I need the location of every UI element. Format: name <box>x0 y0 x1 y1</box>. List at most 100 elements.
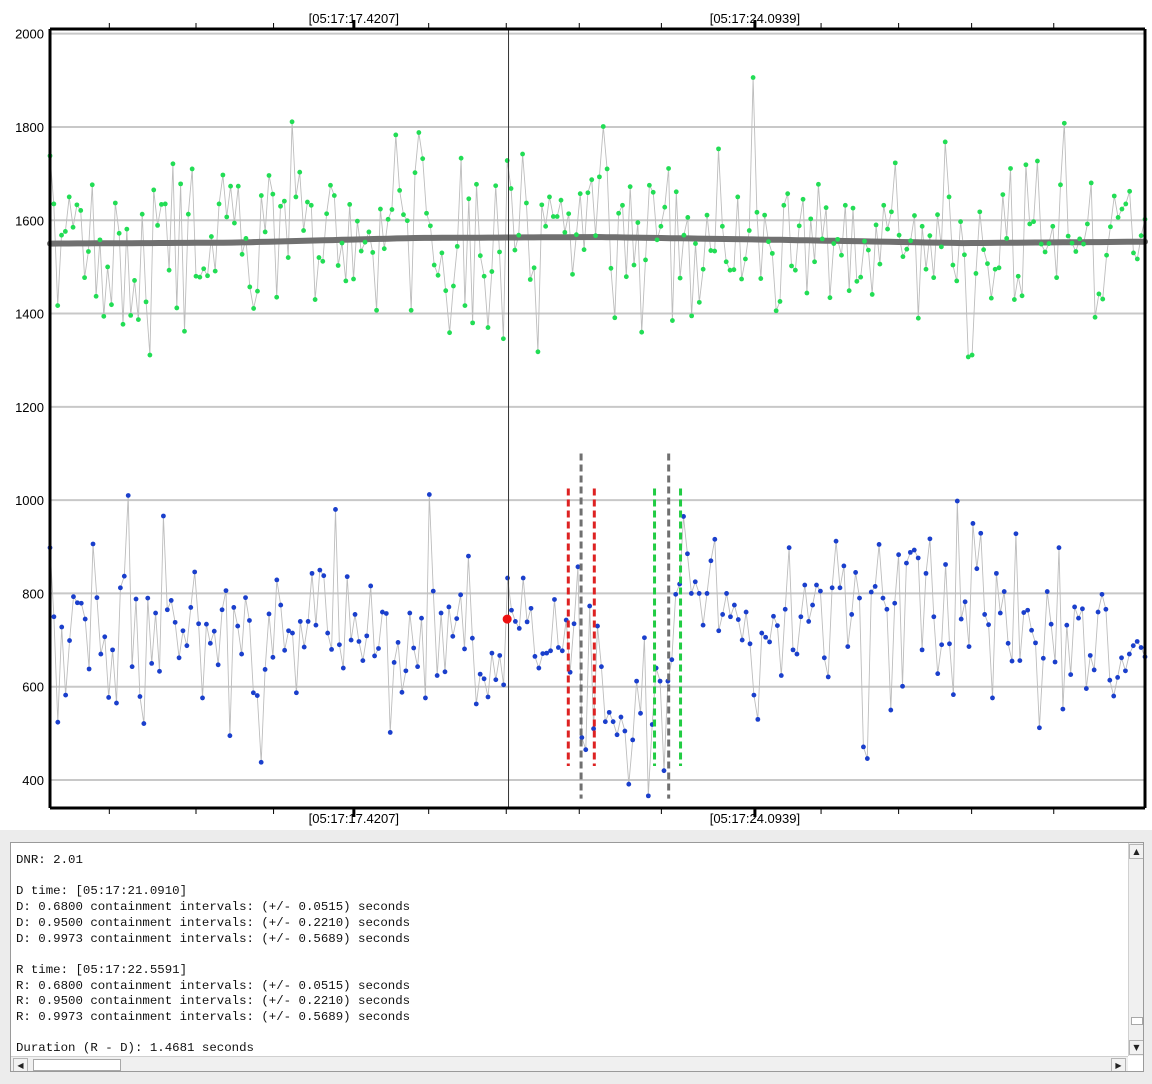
lower-series-point <box>876 542 882 547</box>
upper-series-point <box>224 214 230 220</box>
upper-series-point <box>927 233 933 239</box>
upper-series-point <box>397 187 403 193</box>
upper-series-point <box>612 315 618 321</box>
scroll-right-icon[interactable]: ▶ <box>1111 1058 1126 1071</box>
lower-series-point <box>86 666 92 672</box>
lower-series-point <box>810 602 815 608</box>
upper-series-point <box>827 295 833 301</box>
upper-series-point <box>404 218 410 224</box>
lower-series-point <box>704 591 710 596</box>
upper-series-point <box>82 275 87 281</box>
lower-series-point <box>958 616 964 622</box>
lower-series-point <box>532 653 538 659</box>
upper-series-point <box>1073 249 1079 254</box>
upper-series-point <box>689 313 695 319</box>
scroll-down-icon[interactable]: ▼ <box>1129 1040 1143 1055</box>
upper-series-point <box>305 199 310 205</box>
upper-series-point <box>301 228 306 233</box>
lower-series-point <box>270 654 276 660</box>
top-time-label: [05:17:17.4207] <box>309 11 399 26</box>
lower-series-point <box>790 647 796 653</box>
lower-series-point <box>599 664 604 670</box>
upper-series-point <box>262 229 268 235</box>
lower-series-point <box>340 665 346 671</box>
upper-series-point <box>189 166 195 172</box>
upper-series-point <box>1069 240 1075 246</box>
lower-series-point <box>110 647 115 653</box>
lower-series-point <box>645 793 651 799</box>
upper-series-point <box>673 189 679 195</box>
lower-series-point <box>634 678 640 684</box>
upper-series-point <box>1046 241 1052 246</box>
upper-series-point <box>604 166 610 172</box>
lower-series-point <box>336 642 342 648</box>
lower-series-point <box>610 719 616 725</box>
upper-series-point <box>566 211 572 217</box>
upper-series-point <box>182 328 187 334</box>
lower-series-point <box>505 575 510 581</box>
horizontal-scrollbar[interactable]: ◀ ▶ <box>11 1056 1128 1071</box>
lower-series-point <box>1134 639 1140 644</box>
lower-series-point <box>1095 609 1101 615</box>
lower-series-point <box>117 585 123 591</box>
lower-series-point <box>71 594 76 600</box>
lower-series-point <box>657 678 663 684</box>
lower-series-point <box>501 682 507 688</box>
upper-series-point <box>800 196 806 202</box>
lower-series-point <box>325 630 331 636</box>
light-curve-plot[interactable]: 400 600 800 1000 1200 1400 1600 1800 2000 [05:17:… <box>0 0 1152 830</box>
upper-series-point <box>512 247 518 253</box>
upper-series-point <box>785 191 791 197</box>
upper-series-point <box>135 317 141 323</box>
lower-series-point <box>782 606 788 612</box>
result-line: D: 0.6800 containment intervals: (+/- 0.… <box>16 900 411 915</box>
lower-series-point <box>442 669 448 675</box>
lower-series-point <box>290 630 295 636</box>
data-points <box>47 75 1148 799</box>
upper-series-point <box>816 181 821 187</box>
y-tick-label: 800 <box>22 586 44 601</box>
horizontal-scroll-thumb[interactable] <box>33 1059 121 1071</box>
upper-series-point <box>370 250 376 255</box>
lower-series-point <box>716 628 722 634</box>
lower-series-point <box>818 588 823 594</box>
lower-series-point <box>387 730 393 735</box>
upper-series-point <box>842 202 848 208</box>
upper-series-point <box>547 194 552 200</box>
upper-series-point <box>124 226 130 232</box>
upper-series-point <box>201 266 207 272</box>
upper-series-point <box>489 269 495 274</box>
vertical-scrollbar[interactable]: ▲ ▼ <box>1128 843 1143 1056</box>
upper-series-point <box>462 303 468 309</box>
lower-series-point <box>728 614 733 620</box>
upper-series-point <box>954 278 960 284</box>
lower-series-point <box>215 662 221 668</box>
upper-series-point <box>962 252 967 258</box>
lower-series-point <box>329 647 334 652</box>
scroll-up-icon[interactable]: ▲ <box>1129 844 1143 859</box>
axis-labels: 400 600 800 1000 1200 1400 1600 1800 2000 [05:17:… <box>15 11 800 826</box>
upper-series-point <box>112 200 118 206</box>
lower-series-point <box>724 591 729 596</box>
upper-series-point <box>1077 236 1083 242</box>
upper-series-point <box>62 229 68 234</box>
lower-series-point <box>512 619 518 624</box>
results-text-panel[interactable]: DNR: 2.01 D time: [05:17:21.0910] D: 0.68… <box>10 842 1144 1072</box>
y-tick-label: 1200 <box>15 400 44 415</box>
upper-series-point <box>347 201 353 207</box>
lower-series-point <box>282 647 288 653</box>
lower-series-point <box>904 560 909 566</box>
scroll-left-icon[interactable]: ◀ <box>13 1058 28 1071</box>
upper-series-point <box>470 320 476 326</box>
upper-series-point <box>354 218 360 224</box>
upper-series-line <box>49 77 1146 358</box>
upper-series-point <box>170 161 176 167</box>
lower-series-point <box>829 585 835 591</box>
upper-series-point <box>758 276 764 281</box>
upper-series-point <box>477 253 483 259</box>
trend-line <box>47 233 1148 247</box>
upper-series-point <box>581 247 587 253</box>
result-line: D: 0.9973 containment intervals: (+/- 0.… <box>16 931 411 946</box>
vertical-scroll-thumb[interactable] <box>1131 1017 1143 1025</box>
